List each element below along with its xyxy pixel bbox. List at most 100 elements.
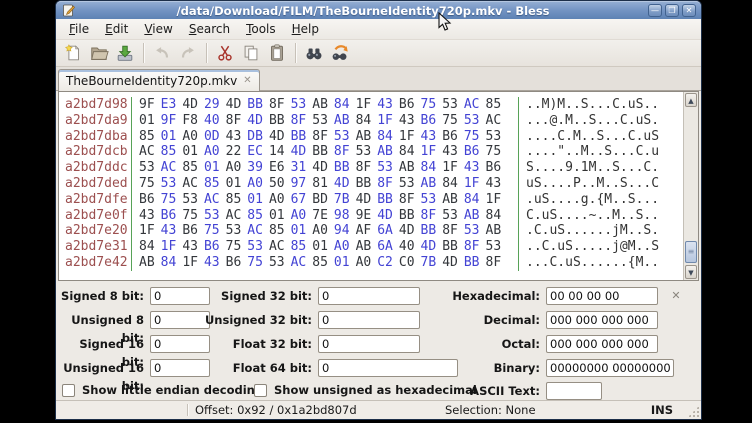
hex-byte[interactable]: 53 (334, 129, 350, 145)
hex-byte[interactable]: 4D (442, 255, 458, 271)
hex-byte[interactable]: 6A (377, 239, 393, 255)
hex-byte[interactable]: AF (356, 223, 372, 239)
hex-byte[interactable]: B6 (161, 208, 177, 224)
signed32-input[interactable] (318, 287, 420, 305)
hex-byte[interactable]: 85 (161, 144, 177, 160)
row-bytes[interactable]: 9FE34D294DBB8F53AB841F43B67553AC85 (131, 97, 519, 113)
hex-byte[interactable]: 84 (442, 176, 458, 192)
hex-byte[interactable]: 97 (291, 176, 307, 192)
hex-byte[interactable]: 40 (399, 239, 415, 255)
hex-byte[interactable]: 01 (182, 144, 198, 160)
hex-byte[interactable]: 8F (356, 160, 372, 176)
hex-row[interactable]: a2bd7e0f43B67553AC8501A07E989E4DBB8F53AB… (59, 208, 682, 224)
tab-close-icon[interactable]: ✕ (243, 75, 251, 86)
new-button[interactable] (60, 41, 86, 65)
hex-byte[interactable]: 1F (399, 129, 415, 145)
hex-byte[interactable]: 85 (204, 176, 220, 192)
hex-row[interactable]: a2bd7dcbAC8501A022EC144DBB8F53AB841F43B6… (59, 144, 682, 160)
maximize-button[interactable]: ❐ (665, 4, 679, 17)
hex-byte[interactable]: 8F (486, 255, 502, 271)
hex-byte[interactable]: 8F (464, 239, 480, 255)
hex-byte[interactable]: 53 (226, 223, 242, 239)
hex-byte[interactable]: 67 (291, 192, 307, 208)
hex-byte[interactable]: B6 (399, 97, 415, 113)
unsigned-hex-checkbox[interactable] (254, 384, 267, 397)
hex-byte[interactable]: 75 (139, 176, 155, 192)
hex-byte[interactable]: 01 (291, 223, 307, 239)
hex-byte[interactable]: BB (377, 192, 393, 208)
hex-row[interactable]: a2bd7e31841F43B67553AC8501A0AB6A404DBB8F… (59, 239, 682, 255)
hex-byte[interactable]: 75 (247, 255, 263, 271)
hex-byte[interactable]: 4D (312, 160, 328, 176)
row-ascii[interactable]: S....9.1M..S...C. (519, 160, 659, 176)
hex-byte[interactable]: 1F (442, 160, 458, 176)
hex-row[interactable]: a2bd7dfeB67553AC8501A067BD7B4DBB8F53AB84… (59, 192, 682, 208)
hex-byte[interactable]: 01 (139, 113, 155, 129)
hex-byte[interactable]: AC (139, 144, 155, 160)
hex-byte[interactable]: 85 (291, 239, 307, 255)
hex-byte[interactable]: B6 (464, 144, 480, 160)
hex-byte[interactable]: AB (356, 129, 372, 145)
hex-byte[interactable]: 84 (421, 160, 437, 176)
cut-button[interactable] (212, 41, 238, 65)
hex-byte[interactable]: AB (377, 144, 393, 160)
hex-byte[interactable]: B6 (421, 113, 437, 129)
row-ascii[interactable]: ...@.M..S...C.uS. (519, 113, 659, 129)
row-bytes[interactable]: 841F43B67553AC8501A0AB6A404DBB8F53 (131, 239, 519, 255)
hex-byte[interactable]: 01 (334, 255, 350, 271)
undo-button[interactable] (149, 41, 175, 65)
hex-byte[interactable]: 8F (269, 97, 285, 113)
hex-byte[interactable]: 85 (312, 255, 328, 271)
scrollbar-thumb[interactable]: ≡ (685, 241, 697, 263)
hex-row[interactable]: a2bd7da9019FF8408F4DBB8F53AB841F43B67553… (59, 113, 682, 129)
hex-byte[interactable]: 75 (204, 223, 220, 239)
hex-byte[interactable]: 4D (226, 97, 242, 113)
hex-byte[interactable]: 84 (161, 255, 177, 271)
hex-byte[interactable]: 53 (247, 239, 263, 255)
hex-byte[interactable]: 84 (464, 192, 480, 208)
save-button[interactable] (112, 41, 138, 65)
hex-byte[interactable]: F8 (182, 113, 198, 129)
hex-byte[interactable]: AB (464, 208, 480, 224)
hex-byte[interactable]: 43 (226, 129, 242, 145)
hex-byte[interactable]: BB (269, 113, 285, 129)
hex-byte[interactable]: 1F (421, 144, 437, 160)
hex-byte[interactable]: AB (442, 192, 458, 208)
hex-byte[interactable]: 53 (399, 176, 415, 192)
resize-grip[interactable] (688, 406, 699, 417)
copy-button[interactable] (238, 41, 264, 65)
hex-byte[interactable]: 31 (291, 160, 307, 176)
hex-row[interactable]: a2bd7dba8501A00D43DB4DBB8F53AB841F43B675… (59, 129, 682, 145)
hex-byte[interactable]: B6 (226, 255, 242, 271)
hex-byte[interactable]: 85 (226, 192, 242, 208)
hex-byte[interactable]: AC (291, 255, 307, 271)
row-bytes[interactable]: 8501A00D43DB4DBB8F53AB841F43B67553 (131, 129, 519, 145)
hex-byte[interactable]: 53 (182, 192, 198, 208)
hex-byte[interactable]: 53 (139, 160, 155, 176)
hex-byte[interactable]: 1F (486, 192, 502, 208)
hex-byte[interactable]: 75 (161, 192, 177, 208)
menu-edit[interactable]: Edit (97, 20, 136, 38)
little-endian-checkbox[interactable] (62, 384, 75, 397)
hex-byte[interactable]: B6 (442, 129, 458, 145)
hex-byte[interactable]: 53 (377, 160, 393, 176)
menu-tools[interactable]: Tools (238, 20, 284, 38)
hex-byte[interactable]: 43 (442, 144, 458, 160)
hex-byte[interactable]: 53 (464, 113, 480, 129)
hex-byte[interactable]: 7E (312, 208, 328, 224)
hex-byte[interactable]: 85 (139, 129, 155, 145)
hex-byte[interactable]: 85 (486, 97, 502, 113)
hex-byte[interactable]: 01 (204, 160, 220, 176)
hex-byte[interactable]: 81 (312, 176, 328, 192)
hex-byte[interactable]: 84 (334, 97, 350, 113)
hex-byte[interactable]: 84 (139, 239, 155, 255)
hex-byte[interactable]: A0 (247, 176, 263, 192)
hex-byte[interactable]: 1F (139, 223, 155, 239)
hex-byte[interactable]: BB (421, 223, 437, 239)
hex-byte[interactable]: 75 (182, 208, 198, 224)
hex-byte[interactable]: AB (312, 97, 328, 113)
hex-byte[interactable]: 4D (247, 113, 263, 129)
row-bytes[interactable]: 019FF8408F4DBB8F53AB841F43B67553AC (131, 113, 519, 129)
hex-byte[interactable]: 8F (312, 129, 328, 145)
hex-byte[interactable]: 53 (486, 129, 502, 145)
